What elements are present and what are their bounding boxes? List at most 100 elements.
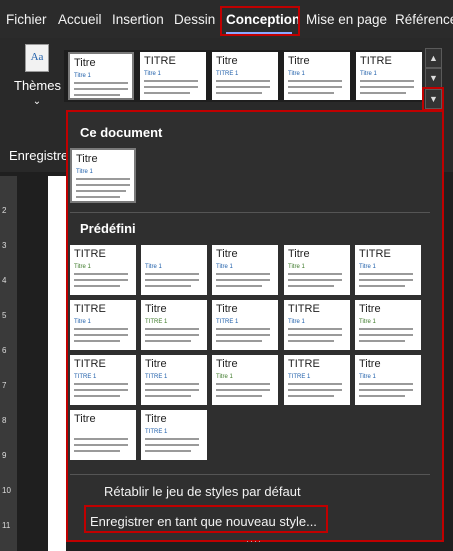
thumb-text-line <box>288 92 334 94</box>
resize-grip-icon[interactable]: ···· <box>246 536 262 546</box>
thumb-text-line <box>74 395 120 397</box>
gallery-style-thumb[interactable]: TITRE Titre 1 <box>140 52 206 100</box>
themes-label: Thèmes <box>14 78 61 93</box>
thumb-text-line <box>216 285 262 287</box>
thumb-text-line <box>76 184 130 186</box>
thumb-text-line <box>145 438 199 440</box>
thumb-text-line <box>359 273 413 275</box>
panel-divider <box>70 212 430 213</box>
predefined-style-thumb[interactable]: Titre Titre 1 <box>355 300 421 350</box>
thumb-title: Titre <box>216 303 238 315</box>
tab-dessin[interactable]: Dessin <box>174 12 215 27</box>
highlight-conception <box>220 6 300 36</box>
section-this-document: Ce document <box>80 125 163 140</box>
thumb-text-line <box>288 340 334 342</box>
thumb-sub: Titre 1 <box>359 374 376 380</box>
chevron-down-icon[interactable]: ▼ <box>425 68 442 88</box>
ruler-number: 6 <box>2 346 7 355</box>
predefined-style-thumb[interactable]: TITRE TITRE 1 <box>284 355 350 405</box>
thumb-sub: Titre 1 <box>74 319 91 325</box>
predefined-style-thumb[interactable]: Titre Titre 1 <box>212 355 278 405</box>
thumb-text-line <box>360 80 414 82</box>
predefined-style-thumb[interactable]: Titre 1 <box>141 245 207 295</box>
predefined-style-thumb[interactable]: Titre Titre 1 <box>284 245 350 295</box>
thumb-text-line <box>74 328 128 330</box>
highlight-save-command <box>84 505 328 533</box>
thumb-text-line <box>74 444 128 446</box>
tab-fichier[interactable]: Fichier <box>6 12 47 27</box>
predefined-style-thumb[interactable]: TITRE Titre 1 <box>70 245 136 295</box>
tab-mise-en-page[interactable]: Mise en page <box>306 12 387 27</box>
thumb-text-line <box>145 273 199 275</box>
predefined-style-thumb[interactable]: TITRE Titre 1 <box>284 300 350 350</box>
thumb-text-line <box>145 334 199 336</box>
thumb-text-line <box>216 383 270 385</box>
section-predefined: Prédéfini <box>80 221 136 236</box>
thumb-text-line <box>145 285 191 287</box>
themes-button[interactable]: Aa Thèmes ⌄ <box>14 44 61 114</box>
thumb-text-line <box>74 273 128 275</box>
thumb-text-line <box>288 328 342 330</box>
thumb-text-line <box>216 273 270 275</box>
thumb-text-line <box>74 383 128 385</box>
this-document-thumb[interactable]: Titre Titre 1 <box>70 148 136 203</box>
highlight-more-button <box>422 87 444 111</box>
ruler-number: 5 <box>2 311 7 320</box>
thumb-sub: TITRE 1 <box>145 429 168 435</box>
panel-divider <box>70 474 430 475</box>
gallery-style-thumb[interactable]: TITRE Titre 1 <box>356 52 422 100</box>
gallery-style-thumb[interactable]: Titre TITRE 1 <box>212 52 278 100</box>
thumb-text-line <box>288 273 342 275</box>
predefined-style-thumb[interactable]: Titre Titre 1 <box>355 355 421 405</box>
reset-style-set-command[interactable]: Rétablir le jeu de styles par défaut <box>104 484 301 499</box>
ruler-number: 11 <box>2 521 11 530</box>
thumb-text-line <box>216 328 270 330</box>
thumb-title: TITRE <box>360 55 392 67</box>
chevron-up-icon[interactable]: ▲ <box>425 48 442 68</box>
ruler-number: 2 <box>2 206 7 215</box>
thumb-text-line <box>216 92 262 94</box>
tab-insertion[interactable]: Insertion <box>112 12 164 27</box>
thumb-text-line <box>216 389 270 391</box>
thumb-sub: Titre 1 <box>74 73 91 79</box>
thumb-text-line <box>288 334 342 336</box>
tab-accueil[interactable]: Accueil <box>58 12 102 27</box>
thumb-text-line <box>145 279 199 281</box>
tab-references[interactable]: Référence <box>395 12 453 27</box>
predefined-style-thumb[interactable]: Titre TITRE 1 <box>141 355 207 405</box>
predefined-style-thumb[interactable]: Titre TITRE 1 <box>141 410 207 460</box>
thumb-text-line <box>360 92 406 94</box>
thumb-text-line <box>74 334 128 336</box>
predefined-style-thumb[interactable]: Titre TITRE 1 <box>141 300 207 350</box>
gallery-style-thumb[interactable]: Titre Titre 1 <box>68 52 134 100</box>
predefined-style-thumb[interactable]: TITRE Titre 1 <box>70 300 136 350</box>
thumb-text-line <box>145 340 191 342</box>
predefined-style-thumb[interactable]: Titre TITRE 1 <box>212 300 278 350</box>
thumb-text-line <box>76 178 130 180</box>
thumb-sub: Titre 1 <box>145 264 162 270</box>
thumb-title: Titre <box>145 358 167 370</box>
ruler-number: 9 <box>2 451 7 460</box>
thumb-sub: TITRE 1 <box>288 374 311 380</box>
predefined-style-thumb[interactable]: Titre <box>70 410 136 460</box>
thumb-text-line <box>360 86 414 88</box>
predefined-style-thumb[interactable]: Titre Titre 1 <box>212 245 278 295</box>
thumb-title: TITRE <box>74 303 106 315</box>
thumb-sub: Titre 1 <box>288 264 305 270</box>
thumb-title: Titre <box>288 55 310 67</box>
thumb-sub: Titre 1 <box>76 169 93 175</box>
thumb-text-line <box>74 450 120 452</box>
thumb-text-line <box>359 334 413 336</box>
ruler-number: 10 <box>2 486 11 495</box>
thumb-text-line <box>359 279 413 281</box>
thumb-text-line <box>76 196 120 198</box>
predefined-style-thumb[interactable]: TITRE TITRE 1 <box>70 355 136 405</box>
ruler-number: 8 <box>2 416 7 425</box>
thumb-text-line <box>216 279 270 281</box>
predefined-style-thumb[interactable]: TITRE Titre 1 <box>355 245 421 295</box>
gallery-style-thumb[interactable]: Titre Titre 1 <box>284 52 350 100</box>
thumb-text-line <box>74 279 128 281</box>
thumb-sub: Titre 1 <box>144 71 161 77</box>
thumb-title: Titre <box>216 358 238 370</box>
thumb-sub: TITRE 1 <box>216 71 239 77</box>
